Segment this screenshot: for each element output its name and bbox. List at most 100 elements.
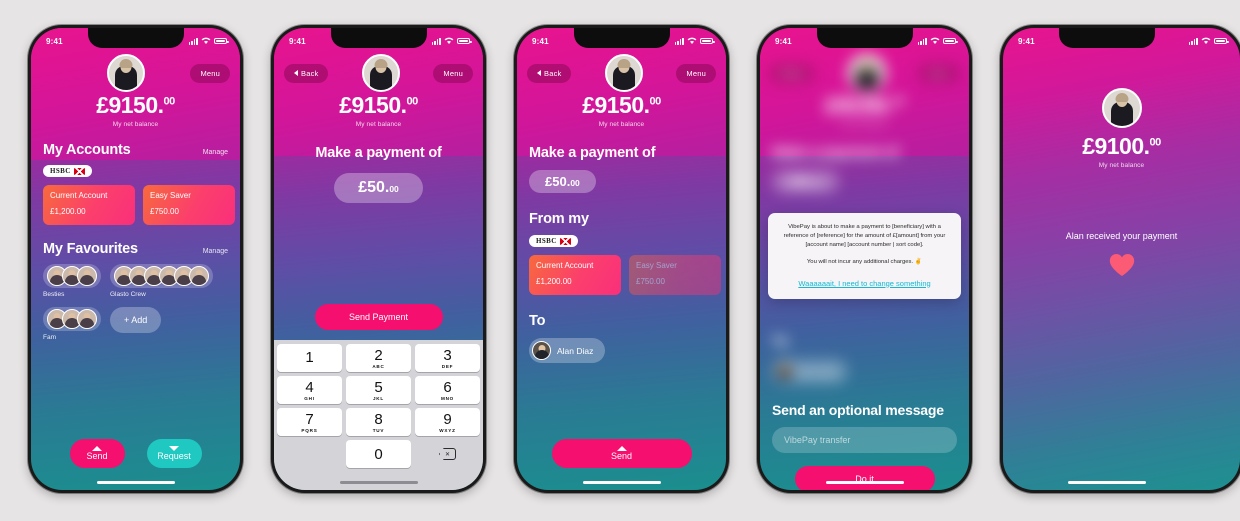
menu-button[interactable]: Menu [433, 63, 473, 83]
balance-minor: 00 [406, 95, 419, 108]
avatar[interactable] [1101, 88, 1142, 128]
back-button[interactable]: Back [284, 63, 329, 83]
key-2[interactable]: 2 ABC [346, 344, 411, 372]
account-name: Easy Saver [636, 261, 677, 270]
battery-icon [1214, 37, 1229, 45]
backspace-key[interactable]: ✕ [415, 440, 480, 468]
account-amount: £750.00 [150, 207, 179, 216]
back-button-blurred: Back [770, 63, 815, 83]
account-card-selected[interactable]: Current Account £1,200.00 [529, 255, 621, 295]
avatar [189, 266, 209, 286]
key-9[interactable]: 9 WXYZ [415, 408, 480, 436]
accounts-title: My Accounts [43, 142, 131, 158]
avatar[interactable] [604, 54, 643, 92]
bank-name: HSBC [50, 167, 71, 175]
accounts-carousel[interactable]: Current Account £1,200.00 Easy Saver £75… [517, 248, 726, 295]
from-section: From my HSBC Current Account £1,200.00 E… [517, 210, 726, 295]
balance-minor: 00 [1149, 136, 1162, 149]
key-1[interactable]: 1 [277, 344, 342, 372]
add-favourite-button[interactable]: + Add [110, 307, 162, 333]
key-6[interactable]: 6 MNO [415, 376, 480, 404]
notch [816, 28, 913, 48]
account-card[interactable]: Current Account £1,200.00 [43, 185, 135, 225]
menu-button[interactable]: Menu [676, 63, 716, 83]
status-time: 9:41 [289, 36, 306, 46]
payment-title: Make a payment of [529, 145, 656, 161]
key-0[interactable]: 0 [346, 440, 411, 468]
balance-label: My net balance [598, 121, 645, 128]
balance-minor: 00 [649, 95, 662, 108]
battery-icon [700, 37, 715, 45]
amount-display[interactable]: £50. 00 [529, 170, 596, 193]
recipient-chip[interactable]: Alan Diaz [529, 338, 606, 363]
to-title-blurred: To [772, 334, 789, 350]
net-balance-after: £9100.00 [1003, 135, 1240, 158]
balance-major: £9100. [1082, 133, 1150, 159]
balance-major: £9150. [339, 92, 407, 118]
favourite-group[interactable]: Fam [43, 307, 101, 341]
account-amount: £750.00 [636, 277, 665, 286]
key-4[interactable]: 4 GHI [277, 376, 342, 404]
status-time: 9:41 [532, 36, 549, 46]
success-message: Alan received your payment [1065, 231, 1178, 241]
bank-name: HSBC [536, 237, 557, 245]
key-digit: 9 [443, 410, 452, 428]
battery-icon [457, 37, 472, 45]
phone-3-from-to: 9:41 Back Menu £9150.00 My net balance M… [514, 25, 729, 493]
key-3[interactable]: 3 DEF [415, 344, 480, 372]
key-digit: 4 [305, 378, 314, 396]
menu-button-label: Menu [686, 68, 706, 78]
favourite-group[interactable]: Glasto Crew [110, 264, 213, 298]
key-5[interactable]: 5 JKL [346, 376, 411, 404]
balance-label-blurred: My net balance [841, 121, 888, 128]
back-button-label: Back [301, 68, 319, 78]
send-button[interactable]: Send [69, 439, 125, 468]
message-input[interactable] [772, 427, 957, 453]
avatar[interactable] [106, 54, 145, 92]
send-button[interactable]: Send [551, 439, 692, 468]
avatar [77, 266, 97, 286]
status-time: 9:41 [1018, 36, 1035, 46]
avatar[interactable] [361, 54, 400, 92]
confirmation-dialog: VibePay is about to make a payment to [b… [768, 213, 961, 299]
amount-major: £50. [358, 179, 390, 196]
home-indicator [1068, 480, 1147, 484]
menu-button[interactable]: Menu [190, 63, 230, 83]
to-title: To [529, 313, 546, 329]
amount-display-blurred: £50. 00 [772, 170, 839, 193]
change-something-link[interactable]: Waaaaaait, I need to change something [779, 279, 950, 288]
amount-minor: 00 [570, 178, 580, 188]
amount-display[interactable]: £50. 00 [334, 173, 423, 203]
status-time: 9:41 [46, 36, 63, 46]
do-it-button[interactable]: Do it [794, 466, 935, 490]
optional-message-section: Send an optional message Do it [760, 402, 969, 490]
account-card[interactable]: Easy Saver £750.00 [143, 185, 235, 225]
key-7[interactable]: 7 PQRS [277, 408, 342, 436]
bank-badge-hsbc: HSBC [43, 165, 92, 177]
wifi-icon [201, 37, 211, 44]
request-button[interactable]: Request [146, 439, 202, 468]
account-card[interactable]: Easy Saver £750.00 [629, 255, 721, 295]
send-payment-button[interactable]: Send Payment [314, 304, 443, 330]
phone-4-confirm: 9:41 Back Menu £9150.00 My net balance M… [757, 25, 972, 493]
send-button-label: Send [86, 451, 108, 461]
cellular-bars-icon [431, 37, 441, 45]
home-indicator [582, 480, 661, 484]
accounts-carousel[interactable]: Current Account £1,200.00 Easy Saver £75… [31, 178, 240, 225]
payment-title-blurred: Make a payment of [772, 145, 899, 161]
favourite-group[interactable]: Besties [43, 264, 101, 298]
key-digit: 6 [443, 378, 452, 396]
accounts-manage-link[interactable]: Manage [203, 149, 228, 156]
screens-gallery: 9:41 Menu £9150.00 My net balance My Acc… [0, 0, 1240, 521]
net-balance-blurred: £9150.00 [825, 92, 904, 118]
key-8[interactable]: 8 TUV [346, 408, 411, 436]
net-balance: £9150.00 [31, 94, 240, 117]
avatar-blurred [847, 54, 886, 92]
back-button[interactable]: Back [527, 63, 572, 83]
favourites-section: My Favourites Manage Besties Glasto Crew… [31, 241, 240, 341]
favourites-manage-link[interactable]: Manage [203, 248, 228, 255]
avatar-stack [110, 264, 213, 288]
notch [573, 28, 670, 48]
notch [1059, 28, 1156, 48]
key-letters: PQRS [301, 427, 318, 433]
